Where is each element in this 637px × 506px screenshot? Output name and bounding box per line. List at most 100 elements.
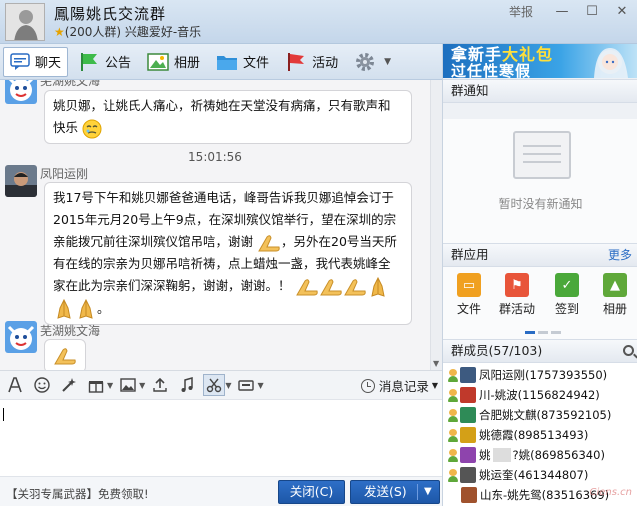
avatar (460, 387, 476, 403)
close-button[interactable]: 关闭(C) (278, 480, 345, 504)
emoji-icon[interactable] (31, 374, 53, 396)
group-title: 鳳陽姚氏交流群 (54, 5, 167, 23)
apps-section: ▭ 文件 ⚑ 群活动 ✓ 签到 ▲ 相册 (443, 267, 637, 339)
avatar[interactable] (5, 80, 37, 104)
chevron-down-icon[interactable]: ▼ (139, 381, 145, 390)
member-badge-icon (447, 468, 459, 483)
announcement-flag-icon (81, 52, 98, 71)
check-in-app-icon: ✓ (555, 273, 579, 297)
list-item[interactable]: 川-姚波(1156824942) (447, 385, 600, 405)
tab-activity[interactable]: 活动 (279, 47, 344, 77)
avatar (460, 447, 476, 463)
chat-scrollbar[interactable]: ▼ (430, 80, 442, 370)
avatar[interactable] (5, 321, 37, 353)
apps-more-link[interactable]: 更多 (608, 244, 632, 266)
tab-files[interactable]: 文件 (210, 47, 275, 77)
font-icon[interactable] (4, 374, 26, 396)
avatar (460, 427, 476, 443)
chevron-down-icon[interactable]: ▼ (107, 381, 113, 390)
music-note-icon[interactable] (176, 374, 198, 396)
right-panel: 拿新手大礼包 过任性寒假 群通知 暂时没有新通知 群应用 更多 ▭ 文件 ⚑ 群… (442, 44, 637, 506)
list-item[interactable]: 姚 ?姚(869856340) (447, 445, 605, 465)
avatar[interactable] (5, 165, 37, 197)
gift-icon[interactable] (85, 374, 107, 396)
list-item[interactable]: 山东-姚先鸳(83516369) (461, 485, 609, 505)
magic-wand-icon[interactable] (58, 374, 80, 396)
chevron-down-icon: ▼ (431, 381, 438, 390)
sad-face-emoji-icon (82, 119, 102, 138)
member-badge-icon (447, 368, 459, 383)
screenshot-scissors-icon[interactable] (203, 374, 226, 396)
praying-hands-emoji-icon (258, 234, 280, 251)
list-item[interactable]: 合肥姚文麒(873592105) (447, 405, 611, 425)
message-bubble[interactable] (44, 339, 86, 370)
send-button[interactable]: 发送(S) ▼ (350, 480, 440, 504)
praying-hands-emoji-icon (343, 278, 366, 295)
message-input[interactable] (0, 400, 442, 476)
upload-icon[interactable] (149, 374, 171, 396)
ad-character-image (594, 48, 628, 78)
message-bubble[interactable]: 姚贝娜，让姚氏人痛心，祈祷她在天堂没有病痛，只有歌声和 快乐 (44, 90, 412, 144)
apps-pager[interactable] (525, 331, 564, 334)
ad-banner[interactable]: 拿新手大礼包 过任性寒假 (443, 44, 637, 78)
list-item[interactable]: 姚德霞(898513493) (447, 425, 588, 445)
pray-emoji-icon (79, 298, 93, 319)
tab-chat[interactable]: 聊天 (3, 46, 69, 77)
sender-name[interactable]: 芜湖姚文海 (40, 80, 100, 89)
photo-album-icon (147, 52, 169, 71)
chat-history[interactable]: 芜湖姚文海 姚贝娜，让姚氏人痛心，祈祷她在天堂没有病痛，只有歌声和 快乐 15:… (0, 80, 442, 370)
sender-name[interactable]: 凤阳运刚 (40, 165, 88, 182)
avatar (460, 467, 476, 483)
avatar (461, 487, 477, 503)
list-item[interactable]: 凤阳运刚(1757393550) (447, 365, 607, 385)
message-history-button[interactable]: 消息记录 ▼ (360, 376, 438, 395)
settings-menu[interactable]: ▼ (348, 47, 397, 77)
group-subtitle: ★(200人群) 兴趣爱好-音乐 (54, 25, 202, 39)
tab-photo-album[interactable]: 相册 (141, 47, 206, 77)
text-cursor (3, 408, 4, 421)
list-item[interactable]: 姚运奎(461344807) (447, 465, 588, 485)
app-photo-album[interactable]: ▲ 相册 (593, 273, 637, 317)
image-icon[interactable] (117, 374, 139, 396)
chevron-down-icon[interactable]: ▼ (257, 381, 263, 390)
app-files[interactable]: ▭ 文件 (447, 273, 491, 317)
praying-hands-emoji-icon (319, 278, 342, 295)
tab-announcement[interactable]: 公告 (72, 47, 137, 77)
activity-app-icon: ⚑ (505, 273, 529, 297)
group-toolbar: 聊天 公告 相册 文件 活动 ▼ (0, 44, 442, 80)
close-window-button[interactable]: ✕ (607, 4, 637, 19)
bottom-bar: 【关羽专属武器】免费领取! 关闭(C) 发送(S) ▼ (0, 476, 442, 506)
search-icon[interactable] (623, 345, 634, 356)
files-app-icon: ▭ (457, 273, 481, 297)
timestamp: 15:01:56 (188, 150, 242, 164)
chevron-down-icon[interactable]: ▼ (225, 381, 231, 390)
group-avatar[interactable] (5, 3, 45, 41)
chat-icon (10, 52, 30, 70)
activity-flag-icon (288, 52, 305, 71)
member-list[interactable]: 凤阳运刚(1757393550) 川-姚波(1156824942) 合肥姚文麒(… (443, 363, 637, 506)
app-check-in[interactable]: ✓ 签到 (545, 273, 589, 317)
window-controls: 举报 — ☐ ✕ (509, 0, 637, 22)
member-badge-icon (447, 448, 459, 463)
minimize-button[interactable]: — (547, 4, 577, 19)
notice-section-header: 群通知 (443, 79, 637, 103)
message-bubble[interactable]: 我17号下午和姚贝娜爸爸通电话，峰哥告诉我贝娜追悼会订于 2015年元月20号上… (44, 182, 412, 325)
apps-section-header: 群应用 更多 (443, 243, 637, 267)
gear-icon (356, 52, 375, 71)
report-button[interactable]: 举报 (509, 3, 533, 20)
scroll-down-icon[interactable]: ▼ (433, 359, 439, 368)
promo-link[interactable]: 【关羽专属武器】免费领取! (6, 486, 149, 502)
member-badge-icon (447, 408, 459, 423)
divider (417, 484, 418, 500)
maximize-button[interactable]: ☐ (577, 4, 607, 19)
avatar (460, 407, 476, 423)
praying-hands-emoji-icon (295, 278, 318, 295)
folder-icon (217, 55, 238, 70)
send-options-chevron-icon[interactable]: ▼ (424, 481, 432, 503)
praying-hands-emoji-icon (54, 347, 76, 364)
input-toolbar: ▼ ▼ ▼ ▼ 消息记录 ▼ (0, 370, 442, 400)
sender-name[interactable]: 芜湖姚文海 (40, 322, 100, 339)
more-tools-icon[interactable] (235, 374, 257, 396)
star-icon: ★ (54, 25, 65, 39)
app-group-activity[interactable]: ⚑ 群活动 (495, 273, 539, 317)
